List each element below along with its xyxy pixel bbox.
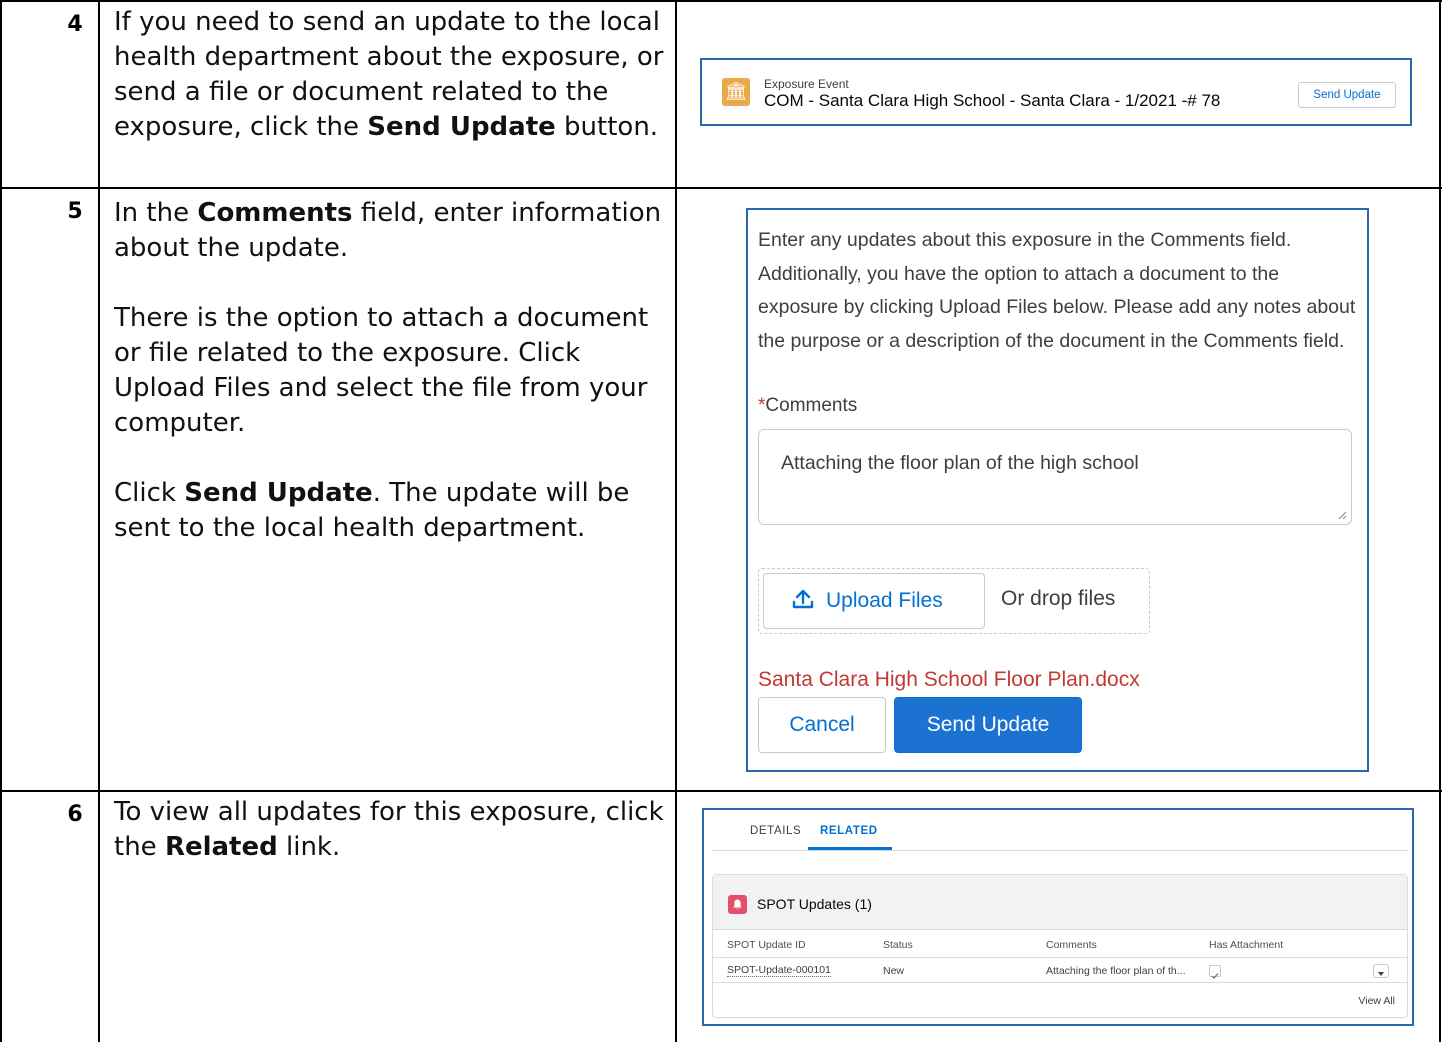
instruction-paragraph: To view all updates for this exposure, c… [114,795,670,865]
record-tabs: DETAILS RELATED [712,810,1408,851]
comments-label-text: Comments [765,395,858,416]
step-number: 6 [67,802,83,827]
column-header[interactable]: Status [883,939,913,951]
upload-files-button[interactable]: Upload Files [763,573,985,629]
instruction-emphasis: Send Update [184,478,373,508]
column-header[interactable]: Has Attachment [1209,939,1283,951]
instruction-paragraph: In the Comments field, enter information… [114,196,670,266]
comments-cell: Attaching the floor plan of th... [1046,965,1186,977]
step-number: 5 [67,199,83,224]
table-divider-number [98,0,100,1042]
instruction-paragraph: Click Send Update. The update will be se… [114,476,670,546]
has-attachment-checkbox [1209,965,1221,979]
tab-details[interactable]: DETAILS [750,825,801,837]
chevron-down-icon [1378,972,1384,976]
card-title[interactable]: SPOT Updates (1) [757,896,872,912]
status-cell: New [883,965,905,977]
exposure-header-screenshot: 🏛 Exposure Event COM - Santa Clara High … [700,58,1412,126]
comments-label: *Comments [758,395,857,417]
card-header: SPOT Updates (1) [713,875,1407,930]
instruction-text: link. [277,832,341,862]
view-all-link[interactable]: View All [1358,995,1395,1007]
record-title: COM - Santa Clara High School - Santa Cl… [764,91,1221,110]
comments-textarea[interactable]: Attaching the floor plan of the high sch… [758,429,1352,525]
table-row-divider [0,187,1442,189]
drop-files-text: Or drop files [1001,587,1116,610]
related-list-screenshot: DETAILS RELATED SPOT Updates (1) SPOT Up… [702,808,1414,1026]
send-update-button[interactable]: Send Update [1298,82,1396,108]
instruction-text: In the [114,198,198,228]
notification-icon [728,895,747,914]
table-border-right [1439,0,1441,1042]
column-header[interactable]: Comments [1046,939,1097,951]
tab-related[interactable]: RELATED [820,825,878,837]
step-instructions: To view all updates for this exposure, c… [114,795,670,865]
step-number: 4 [67,12,83,37]
file-drop-zone[interactable]: Upload Files Or drop files [758,568,1150,634]
table-divider-image [675,0,677,1042]
active-tab-indicator [808,847,892,850]
instruction-paragraph: There is the option to attach a document… [114,301,670,441]
header-divider [713,957,1407,958]
instruction-text: Click [114,478,185,508]
bank-icon: 🏛 [722,78,750,106]
instruction-emphasis: Related [164,832,278,862]
send-update-submit-button[interactable]: Send Update [894,697,1082,753]
upload-files-label: Upload Files [826,589,943,612]
resize-grip-icon[interactable] [1337,510,1347,520]
instruction-paragraph: If you need to send an update to the loc… [114,5,670,145]
step-instructions: In the Comments field, enter information… [114,196,670,546]
form-instructions: Enter any updates about this exposure in… [758,229,1356,352]
table-row-divider [0,790,1442,792]
upload-icon [792,589,814,609]
comments-value: Attaching the floor plan of the high sch… [781,452,1139,474]
spot-updates-card: SPOT Updates (1) SPOT Update ID Status C… [712,874,1408,1018]
row-divider [713,982,1407,983]
instruction-text: There is the option to attach a document… [114,303,649,438]
record-type-label: Exposure Event [764,77,849,91]
instruction-emphasis: Comments [197,198,353,228]
update-form-screenshot: Enter any updates about this exposure in… [746,208,1369,772]
check-icon [1211,973,1219,979]
row-actions-menu[interactable] [1373,964,1389,978]
cancel-button[interactable]: Cancel [758,697,886,753]
column-header[interactable]: SPOT Update ID [727,939,806,951]
step-instructions: If you need to send an update to the loc… [114,5,670,145]
table-border-left [0,0,2,1042]
instruction-text: button. [555,112,659,142]
instruction-emphasis: Send Update [367,112,556,142]
attached-file-name: Santa Clara High School Floor Plan.docx [758,668,1140,691]
table-border-top [0,0,1442,2]
spot-update-id-link[interactable]: SPOT-Update-000101 [727,964,831,977]
